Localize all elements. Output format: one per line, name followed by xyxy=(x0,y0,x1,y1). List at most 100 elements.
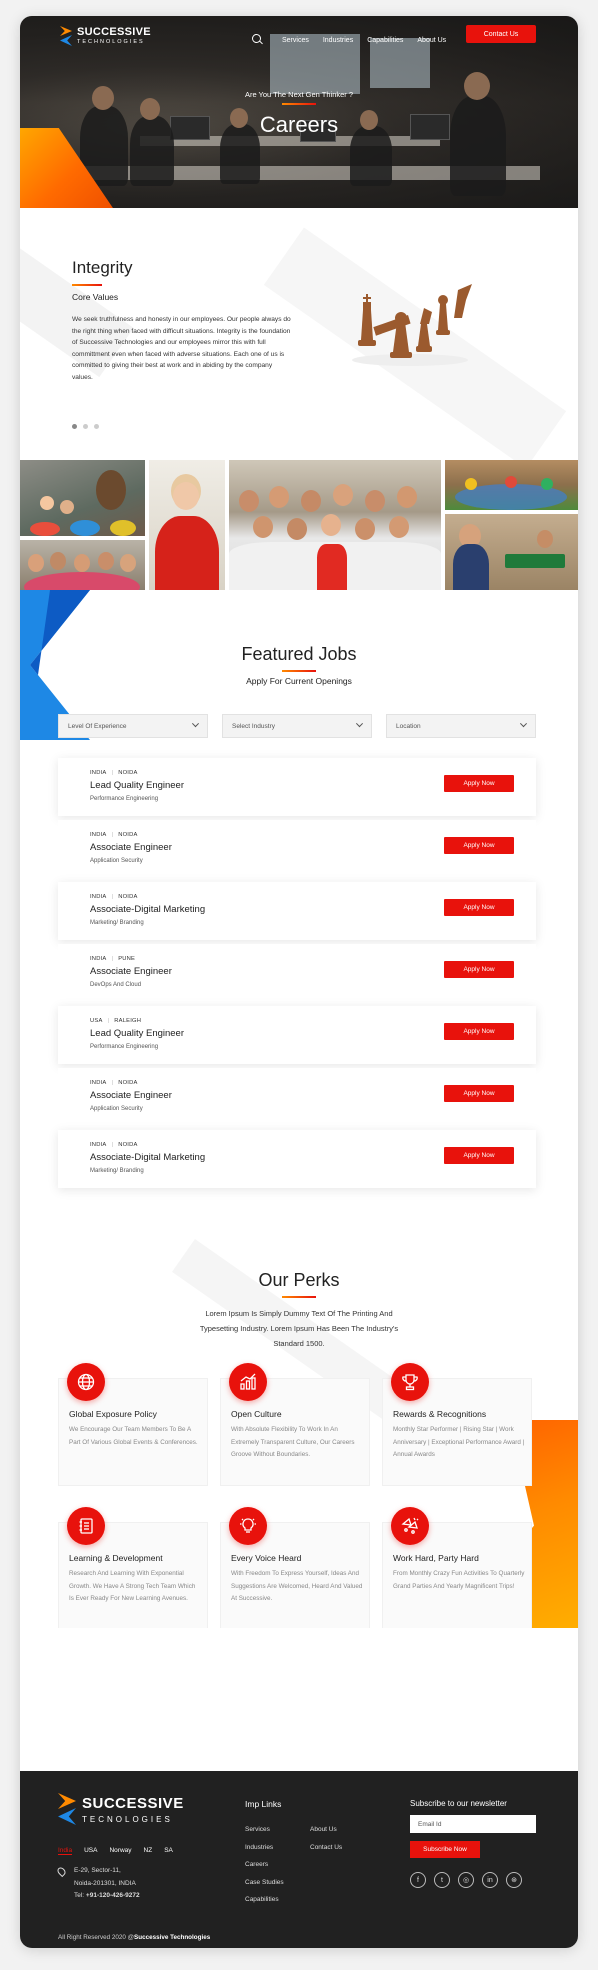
jobs-underline xyxy=(282,670,316,672)
carousel-dot-2[interactable] xyxy=(83,424,88,429)
featured-jobs-section: Featured Jobs Apply For Current Openings… xyxy=(20,590,578,1230)
carousel-dot-3[interactable] xyxy=(94,424,99,429)
subscribe-button[interactable]: Subscribe Now xyxy=(410,1841,480,1858)
search-icon[interactable] xyxy=(252,34,264,46)
gallery-photo-1 xyxy=(20,460,145,536)
address-line-2: Noida-201301, INDIA xyxy=(74,1879,136,1887)
apply-now-button[interactable]: Apply Now xyxy=(444,775,514,792)
job-location: USA | RALEIGH xyxy=(90,1018,142,1024)
experience-select-label: Level Of Experience xyxy=(68,722,127,730)
perk-title: Learning & Development xyxy=(69,1553,163,1563)
job-title[interactable]: Associate-Digital Marketing xyxy=(90,904,205,915)
location-select-label: Location xyxy=(396,722,421,730)
industry-select[interactable]: Select Industry xyxy=(222,714,372,738)
phone-number[interactable]: +91-120-426-9272 xyxy=(86,1892,140,1899)
address-line-1: E-29, Sector-11, xyxy=(74,1867,121,1874)
tab-nz[interactable]: NZ xyxy=(144,1847,153,1855)
job-card: USA | RALEIGH Lead Quality Engineer Perfor… xyxy=(58,1006,536,1064)
perk-description: We Encourage Our Team Members To Be A Pa… xyxy=(69,1426,198,1446)
gallery-photo-3 xyxy=(149,460,225,590)
office-address: E-29, Sector-11, Noida-201301, INDIA Tel… xyxy=(55,1865,140,1903)
instagram-icon[interactable]: ◎ xyxy=(458,1872,474,1888)
tab-india[interactable]: India xyxy=(58,1847,73,1855)
nav-about-us[interactable]: About Us xyxy=(417,37,446,44)
job-title[interactable]: Associate-Digital Marketing xyxy=(90,1152,205,1163)
logo-mark-icon xyxy=(58,1793,76,1825)
country-tabs: India USA Norway NZ SA xyxy=(58,1847,173,1855)
job-location: INDIA | NOIDA xyxy=(90,1080,138,1086)
apply-now-button[interactable]: Apply Now xyxy=(444,1085,514,1102)
value-underline xyxy=(72,284,102,286)
perk-card: Work Hard, Party Hard From Monthly Crazy… xyxy=(382,1507,532,1628)
chess-pieces-illustration xyxy=(352,284,472,366)
footer-logo[interactable]: SUCCESSIVE TECNOLOGIES xyxy=(58,1793,184,1825)
value-title: Integrity xyxy=(72,258,133,277)
perks-title: Our Perks xyxy=(258,1270,340,1290)
experience-select[interactable]: Level Of Experience xyxy=(58,714,208,738)
location-pin-icon xyxy=(55,1865,68,1878)
jobs-title: Featured Jobs xyxy=(241,644,357,664)
copyright-brand[interactable]: Successive Technologies xyxy=(134,1934,210,1941)
carousel-dot-1[interactable] xyxy=(72,424,77,429)
nav-capabilities[interactable]: Capabilities xyxy=(367,37,403,44)
hero-underline xyxy=(282,103,316,105)
footer-link-services[interactable]: Services xyxy=(245,1821,284,1839)
job-department: Application Security xyxy=(90,858,143,864)
apply-now-button[interactable]: Apply Now xyxy=(444,899,514,916)
job-title[interactable]: Lead Quality Engineer xyxy=(90,780,184,791)
contact-us-button[interactable]: Contact Us xyxy=(466,25,536,43)
job-card: INDIA | NOIDA Associate Engineer Applicati… xyxy=(58,1068,536,1126)
perk-description: With Freedom To Express Yourself, Ideas … xyxy=(231,1570,363,1602)
linkedin-icon[interactable]: in xyxy=(482,1872,498,1888)
footer-logo-sub: TECNOLOGIES xyxy=(82,1814,173,1824)
footer-logo-name: SUCCESSIVE xyxy=(82,1794,184,1812)
footer-link-careers[interactable]: Careers xyxy=(245,1856,284,1874)
gallery-photo-4 xyxy=(229,460,441,590)
perk-card: Open Culture With Absolute Flexibility T… xyxy=(220,1363,370,1486)
facebook-icon[interactable]: f xyxy=(410,1872,426,1888)
header-logo[interactable]: SUCCESSIVE TECHNOLOGIES xyxy=(60,26,151,46)
footer-links-col2: About Us Contact Us xyxy=(310,1821,342,1856)
apply-now-button[interactable]: Apply Now xyxy=(444,961,514,978)
tab-norway[interactable]: Norway xyxy=(109,1847,131,1855)
job-title[interactable]: Associate Engineer xyxy=(90,842,172,853)
tab-usa[interactable]: USA xyxy=(84,1847,97,1855)
job-location: INDIA | NOIDA xyxy=(90,1142,138,1148)
job-location: INDIA | NOIDA xyxy=(90,894,138,900)
location-select[interactable]: Location xyxy=(386,714,536,738)
industry-select-label: Select Industry xyxy=(232,722,275,730)
logo-sub: TECHNOLOGIES xyxy=(77,38,145,45)
apply-now-button[interactable]: Apply Now xyxy=(444,1023,514,1040)
team-photo-gallery xyxy=(20,460,578,590)
nav-services[interactable]: Services xyxy=(282,37,309,44)
job-department: DevOps And Cloud xyxy=(90,982,142,988)
footer-link-industries[interactable]: Industries xyxy=(245,1839,284,1857)
footer-link-capabilities[interactable]: Capabilities xyxy=(245,1891,284,1909)
dribbble-icon[interactable]: ⊛ xyxy=(506,1872,522,1888)
footer-link-contact-us[interactable]: Contact Us xyxy=(310,1839,342,1857)
footer-link-about-us[interactable]: About Us xyxy=(310,1821,342,1839)
party-icon xyxy=(391,1507,429,1545)
tab-sa[interactable]: SA xyxy=(164,1847,173,1855)
notebook-icon xyxy=(67,1507,105,1545)
perk-card: Rewards & Recognitions Monthly Star Perf… xyxy=(382,1363,532,1486)
job-card: INDIA | NOIDA Associate-Digital Marketing … xyxy=(58,882,536,940)
footer-link-case-studies[interactable]: Case Studies xyxy=(245,1874,284,1892)
perk-card: Global Exposure Policy We Encourage Our … xyxy=(58,1363,208,1486)
footer-links-col1: Services Industries Careers Case Studies… xyxy=(245,1821,284,1909)
copyright-text: All Right Reserved 2020 @ xyxy=(58,1934,135,1941)
gallery-photo-5 xyxy=(445,460,578,510)
apply-now-button[interactable]: Apply Now xyxy=(444,1147,514,1164)
job-title[interactable]: Associate Engineer xyxy=(90,1090,172,1101)
page-frame: SUCCESSIVE TECHNOLOGIES Services Industr… xyxy=(20,16,578,1948)
apply-now-button[interactable]: Apply Now xyxy=(444,837,514,854)
email-field[interactable]: Email Id xyxy=(410,1815,536,1833)
job-department: Marketing/ Branding xyxy=(90,920,144,926)
gallery-photo-6 xyxy=(445,514,578,590)
job-title[interactable]: Lead Quality Engineer xyxy=(90,1028,184,1039)
perk-card: Every Voice Heard With Freedom To Expres… xyxy=(220,1507,370,1628)
perk-card: Learning & Development Research And Lear… xyxy=(58,1507,208,1628)
job-title[interactable]: Associate Engineer xyxy=(90,966,172,977)
twitter-icon[interactable]: t xyxy=(434,1872,450,1888)
nav-industries[interactable]: Industries xyxy=(323,37,353,44)
